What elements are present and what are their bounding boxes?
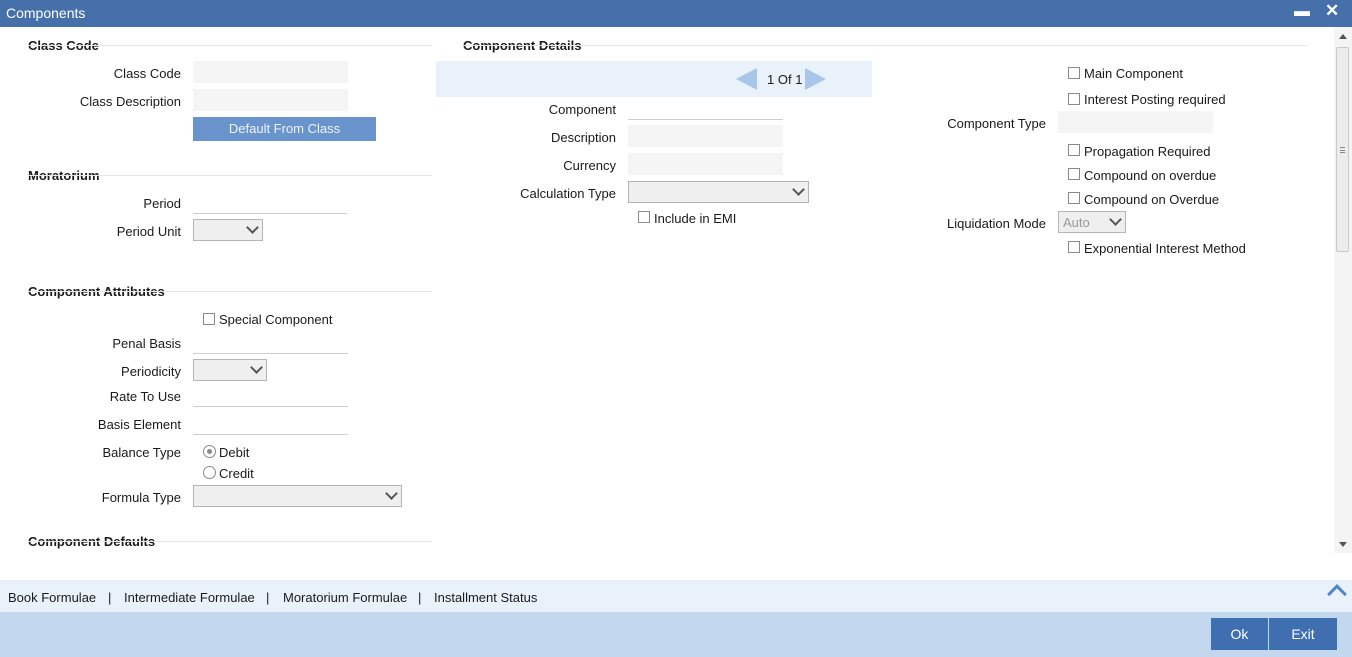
component-type-label: Component Type: [947, 116, 1046, 131]
currency-label: Currency: [563, 158, 616, 173]
include-in-emi-label: Include in EMI: [654, 211, 737, 226]
propagation-required-label: Propagation Required: [1084, 144, 1211, 159]
book-formulae-link[interactable]: Book Formulae: [8, 590, 96, 605]
interest-posting-label: Interest Posting required: [1084, 92, 1226, 107]
period-unit-label: Period Unit: [116, 224, 181, 239]
rate-to-use-label: Rate To Use: [109, 389, 181, 404]
include-in-emi-checkbox[interactable]: [638, 211, 650, 223]
next-record-icon[interactable]: [805, 68, 826, 90]
pager-current: 1: [767, 72, 775, 87]
grip-icon: [1340, 147, 1345, 153]
component-label: Component: [548, 102, 616, 117]
window-title: Components: [6, 5, 86, 21]
main-component-checkbox[interactable]: [1068, 67, 1080, 79]
basis-element-field[interactable]: [193, 413, 348, 435]
compound-on-overdue-checkbox[interactable]: [1068, 168, 1080, 180]
special-component-checkbox[interactable]: [203, 313, 215, 325]
liquidation-mode-value: Auto: [1063, 215, 1090, 230]
propagation-required-checkbox[interactable]: [1068, 144, 1080, 156]
link-separator: |: [266, 590, 270, 605]
scroll-down-icon[interactable]: [1339, 542, 1347, 547]
main-component-label: Main Component: [1084, 66, 1183, 81]
form-content: Class Code Class Code Class Description …: [0, 27, 1334, 553]
exit-button[interactable]: Exit: [1269, 618, 1337, 650]
class-description-label: Class Description: [79, 94, 181, 109]
section-divider: [28, 291, 432, 292]
liquidation-mode-label: Liquidation Mode: [946, 216, 1046, 231]
pager-total: Of 1: [777, 72, 803, 87]
compound-on-overdue-label: Compound on overdue: [1084, 168, 1217, 183]
calculation-type-select[interactable]: [628, 181, 809, 203]
rate-to-use-field[interactable]: [193, 385, 348, 407]
currency-field[interactable]: [628, 153, 783, 175]
debit-label: Debit: [219, 445, 250, 460]
periodicity-select[interactable]: [193, 359, 267, 381]
period-label: Period: [143, 196, 181, 211]
balance-type-label: Balance Type: [102, 445, 181, 460]
ok-button[interactable]: Ok: [1211, 618, 1268, 650]
credit-label: Credit: [219, 466, 254, 481]
chevron-down-icon: [1109, 213, 1122, 226]
previous-record-icon[interactable]: [736, 68, 757, 90]
formula-type-select[interactable]: [193, 485, 402, 507]
exponential-interest-label: Exponential Interest Method: [1084, 241, 1246, 256]
moratorium-formulae-link[interactable]: Moratorium Formulae: [283, 590, 407, 605]
penal-basis-label: Penal Basis: [112, 336, 181, 351]
credit-radio[interactable]: [203, 466, 216, 479]
debit-radio[interactable]: [203, 445, 216, 458]
chevron-up-icon[interactable]: [1327, 584, 1347, 604]
component-field[interactable]: [628, 98, 783, 120]
formula-type-label: Formula Type: [101, 490, 181, 505]
class-code-label: Class Code: [113, 66, 181, 81]
title-bar: Components ▬ ✕: [0, 0, 1352, 27]
compound-on-overdue-alt-checkbox[interactable]: [1068, 192, 1080, 204]
period-unit-select[interactable]: [193, 219, 263, 241]
installment-status-link[interactable]: Installment Status: [434, 590, 537, 605]
section-divider: [28, 175, 432, 176]
description-label: Description: [550, 130, 616, 145]
basis-element-label: Basis Element: [97, 417, 181, 432]
penal-basis-field[interactable]: [193, 332, 348, 354]
chevron-down-icon: [246, 221, 259, 234]
link-separator: |: [108, 590, 112, 605]
calculation-type-label: Calculation Type: [520, 186, 616, 201]
compound-on-overdue-alt-label: Compound on Overdue: [1084, 192, 1220, 207]
chevron-down-icon: [792, 183, 805, 196]
section-divider: [28, 45, 432, 46]
record-navigator: 1 Of 1: [436, 61, 872, 97]
record-pager: 1 Of 1: [767, 72, 802, 87]
close-icon[interactable]: ✕: [1325, 1, 1339, 21]
chevron-down-icon: [250, 361, 263, 374]
intermediate-formulae-link[interactable]: Intermediate Formulae: [124, 590, 255, 605]
vertical-scrollbar[interactable]: [1334, 27, 1352, 553]
link-separator: |: [418, 590, 422, 605]
subsystem-links-bar: Book Formulae | Intermediate Formulae | …: [0, 580, 1352, 612]
chevron-down-icon: [385, 487, 398, 500]
scroll-up-icon[interactable]: [1339, 34, 1347, 39]
special-component-label: Special Component: [219, 312, 333, 327]
description-field[interactable]: [628, 125, 783, 147]
exponential-interest-checkbox[interactable]: [1068, 241, 1080, 253]
class-code-field[interactable]: [193, 61, 348, 83]
minimize-icon[interactable]: ▬: [1294, 3, 1310, 21]
footer-bar: Ok Exit: [0, 612, 1352, 657]
liquidation-mode-select[interactable]: Auto: [1058, 211, 1126, 233]
class-description-field[interactable]: [193, 89, 348, 111]
section-divider: [28, 541, 432, 542]
interest-posting-checkbox[interactable]: [1068, 93, 1080, 105]
section-divider: [463, 45, 1307, 46]
component-type-field[interactable]: [1058, 111, 1213, 133]
scroll-thumb[interactable]: [1336, 47, 1349, 252]
default-from-class-button[interactable]: Default From Class: [193, 117, 376, 141]
periodicity-label: Periodicity: [121, 364, 181, 379]
period-field[interactable]: [193, 192, 347, 214]
